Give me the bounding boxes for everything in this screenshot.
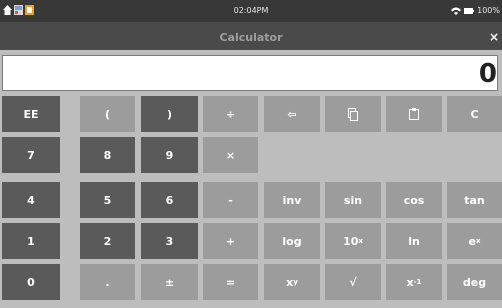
ln-button[interactable]: ln — [386, 223, 442, 259]
backspace-icon: ⇦ — [287, 107, 297, 121]
display-value: 0 — [478, 59, 497, 89]
title-bar: Calculator × — [0, 22, 502, 50]
paste-button[interactable] — [386, 96, 442, 132]
wifi-icon — [451, 7, 462, 15]
copy-icon — [348, 107, 358, 121]
four-button[interactable]: 4 — [2, 182, 60, 218]
nine-button[interactable]: 9 — [141, 137, 198, 173]
e-power-base: e — [468, 234, 476, 248]
x-inverse-exponent: -1 — [413, 278, 422, 286]
two-button[interactable]: 2 — [80, 223, 135, 259]
close-paren-button[interactable]: ) — [141, 96, 198, 132]
divide-button[interactable]: ÷ — [203, 96, 258, 132]
deg-button[interactable]: deg — [447, 264, 502, 300]
eight-button[interactable]: 8 — [80, 137, 135, 173]
x-power-y-exponent: y — [293, 278, 298, 286]
x-power-y-base: x — [286, 275, 294, 289]
one-button[interactable]: 1 — [2, 223, 60, 259]
seven-button[interactable]: 7 — [2, 137, 60, 173]
x-inverse-base: x — [406, 275, 414, 289]
x-power-y-button[interactable]: xy — [264, 264, 320, 300]
three-button[interactable]: 3 — [141, 223, 198, 259]
x-inverse-button[interactable]: x -1 — [386, 264, 442, 300]
clear-button[interactable]: C — [447, 96, 502, 132]
app-title: Calculator — [219, 31, 283, 44]
calculator-display: 0 — [2, 55, 498, 91]
tan-button[interactable]: tan — [447, 182, 502, 218]
sqrt-button[interactable]: √ — [325, 264, 381, 300]
zero-button[interactable]: 0 — [2, 264, 60, 300]
ee-button[interactable]: EE — [2, 96, 60, 132]
status-icons: 100% — [451, 6, 500, 15]
sin-button[interactable]: sin — [325, 182, 381, 218]
paste-icon — [409, 108, 419, 120]
battery-icon — [464, 7, 475, 14]
clock: 02:04PM — [233, 6, 269, 15]
keypad: EE ( ) ÷ ⇦ C 7 8 9 × 4 5 6 - inv sin cos… — [0, 96, 502, 308]
e-power-button[interactable]: ex — [447, 223, 502, 259]
equals-button[interactable]: = — [203, 264, 258, 300]
six-button[interactable]: 6 — [141, 182, 198, 218]
multiply-button[interactable]: × — [203, 137, 258, 173]
minus-button[interactable]: - — [203, 182, 258, 218]
ten-power-exponent: x — [358, 237, 363, 245]
plus-button[interactable]: + — [203, 223, 258, 259]
copy-button[interactable] — [325, 96, 381, 132]
close-button[interactable]: × — [489, 30, 499, 44]
status-bar: 02:04PM 100% — [0, 0, 502, 22]
cos-button[interactable]: cos — [386, 182, 442, 218]
e-power-exponent: x — [475, 237, 481, 245]
five-button[interactable]: 5 — [80, 182, 135, 218]
decimal-button[interactable]: . — [80, 264, 135, 300]
backspace-button[interactable]: ⇦ — [264, 96, 320, 132]
ten-power-base: 10 — [343, 234, 359, 248]
plus-minus-button[interactable]: ± — [141, 264, 198, 300]
ten-power-button[interactable]: 10 x — [325, 223, 381, 259]
battery-level: 100% — [477, 6, 500, 15]
open-paren-button[interactable]: ( — [80, 96, 135, 132]
log-button[interactable]: log — [264, 223, 320, 259]
inv-button[interactable]: inv — [264, 182, 320, 218]
